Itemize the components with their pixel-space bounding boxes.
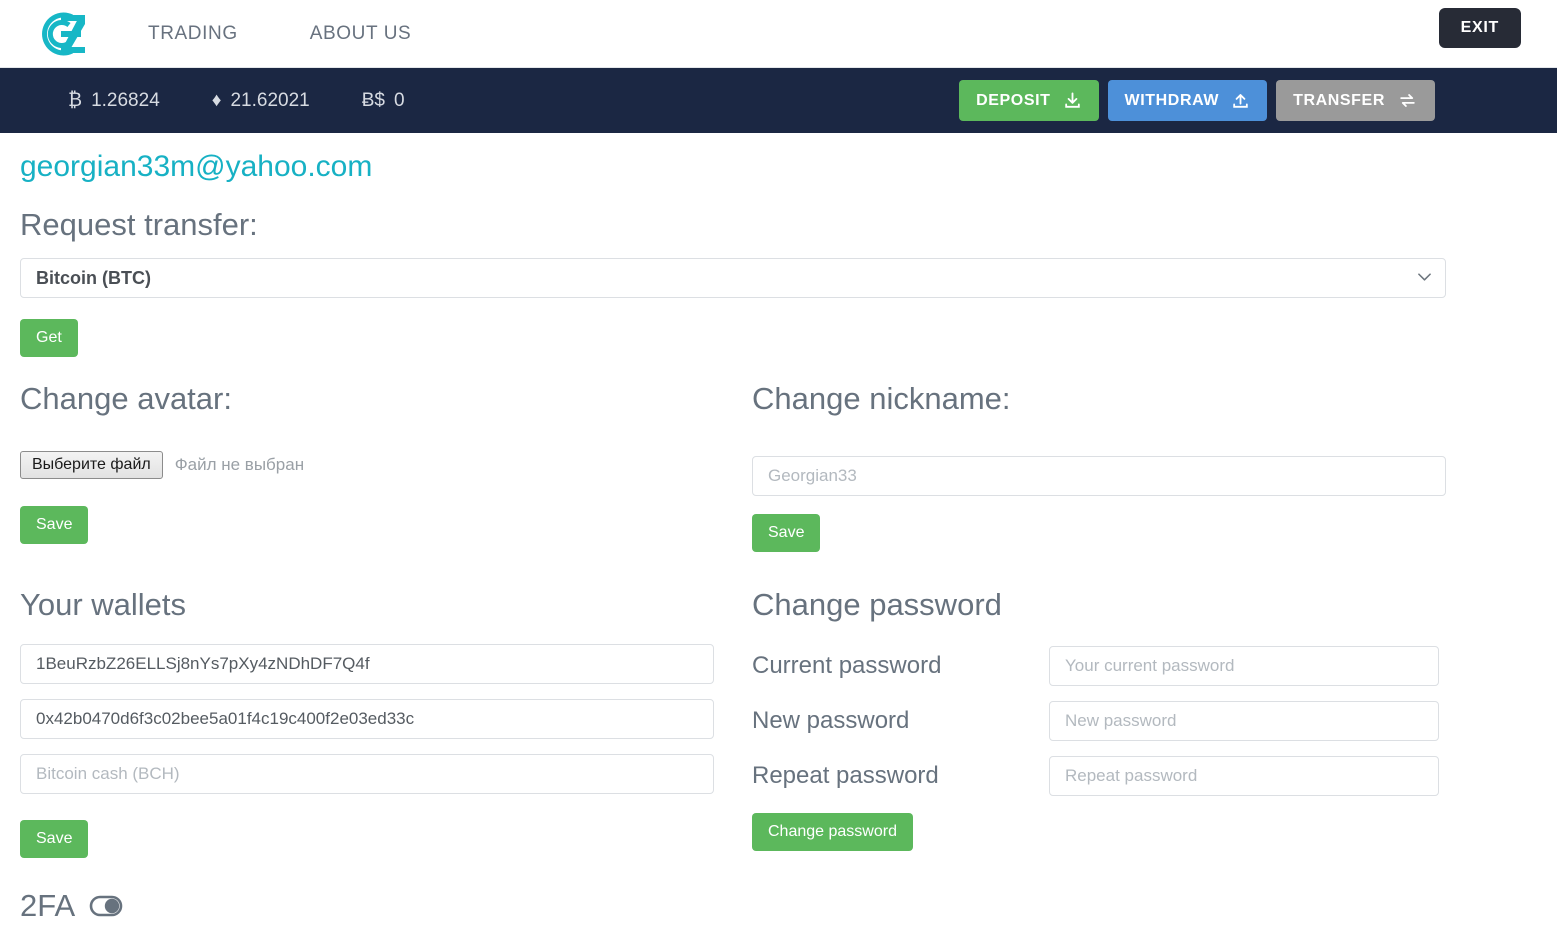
change-nickname-heading: Change nickname: bbox=[752, 381, 1011, 416]
two-factor-section: 2FA bbox=[20, 888, 123, 924]
transfer-button-label: TRANSFER bbox=[1293, 91, 1385, 109]
nav-links: TRADING ABOUT US bbox=[148, 23, 483, 45]
balance-eth: ♦ 21.62021 bbox=[212, 90, 310, 112]
new-password-row: New password bbox=[752, 701, 1446, 741]
change-password-submit-button[interactable]: Change password bbox=[752, 813, 913, 851]
nav-link-trading[interactable]: TRADING bbox=[148, 23, 238, 45]
transfer-button[interactable]: TRANSFER bbox=[1276, 80, 1435, 121]
choose-file-button[interactable]: Выберите файл bbox=[20, 451, 163, 479]
request-transfer-heading: Request transfer: bbox=[20, 207, 258, 242]
nickname-input[interactable] bbox=[752, 456, 1446, 496]
bitcoin-cash-icon: Ƀ$ bbox=[361, 89, 385, 111]
change-nickname-section: Change nickname: Save bbox=[752, 383, 1446, 552]
account-email: georgian33m@yahoo.com bbox=[20, 150, 373, 183]
change-avatar-section: Change avatar: Выберите файл Файл не выб… bbox=[20, 383, 714, 544]
balance-btc: ₿ 1.26824 bbox=[68, 90, 160, 112]
currency-select[interactable]: Bitcoin (BTC) bbox=[20, 258, 1446, 298]
current-password-input[interactable] bbox=[1049, 646, 1439, 686]
repeat-password-input[interactable] bbox=[1049, 756, 1439, 796]
request-transfer-section: Request transfer: Bitcoin (BTC) Get bbox=[20, 209, 1446, 357]
wallets-save-button[interactable]: Save bbox=[20, 820, 89, 858]
top-navigation-bar: TRADING ABOUT US EXIT bbox=[0, 0, 1557, 68]
current-password-label: Current password bbox=[752, 652, 942, 679]
two-factor-label: 2FA bbox=[20, 888, 76, 923]
change-password-section: Change password Current password New pas… bbox=[752, 589, 1446, 851]
change-password-form: Current password New password Repeat pas… bbox=[752, 646, 1446, 851]
withdraw-button-label: WITHDRAW bbox=[1124, 91, 1220, 109]
deposit-button-label: DEPOSIT bbox=[976, 91, 1051, 109]
bch-wallet-input[interactable] bbox=[20, 754, 714, 794]
wallets-heading: Your wallets bbox=[20, 587, 187, 622]
download-icon bbox=[1064, 92, 1080, 108]
balance-eth-amount: 21.62021 bbox=[230, 89, 310, 111]
balance-bch: Ƀ$ 0 bbox=[362, 90, 405, 112]
get-button[interactable]: Get bbox=[20, 319, 78, 357]
avatar-save-button[interactable]: Save bbox=[20, 506, 89, 544]
balance-list: ₿ 1.26824 ♦ 21.62021 Ƀ$ 0 bbox=[68, 90, 457, 112]
cex-logo-icon bbox=[42, 12, 85, 55]
cex-logo[interactable] bbox=[28, 8, 100, 60]
avatar-file-input[interactable]: Выберите файл Файл не выбран bbox=[20, 451, 714, 479]
exit-button[interactable]: EXIT bbox=[1438, 8, 1521, 48]
eth-wallet-input[interactable] bbox=[20, 699, 714, 739]
balance-btc-amount: 1.26824 bbox=[91, 89, 160, 111]
new-password-label: New password bbox=[752, 707, 910, 734]
exchange-icon bbox=[1400, 94, 1415, 107]
deposit-button[interactable]: DEPOSIT bbox=[959, 80, 1099, 121]
toggle-off-icon[interactable] bbox=[89, 895, 123, 917]
upload-icon bbox=[1233, 94, 1248, 108]
ethereum-icon: ♦ bbox=[211, 89, 222, 111]
nickname-save-button[interactable]: Save bbox=[752, 514, 821, 552]
file-status-text: Файл не выбран bbox=[174, 455, 305, 474]
new-password-input[interactable] bbox=[1049, 701, 1439, 741]
withdraw-button[interactable]: WITHDRAW bbox=[1107, 80, 1268, 121]
change-password-heading: Change password bbox=[752, 587, 1002, 622]
change-avatar-heading: Change avatar: bbox=[20, 381, 232, 416]
wallets-section: Your wallets Save bbox=[20, 589, 714, 858]
current-password-row: Current password bbox=[752, 646, 1446, 686]
balance-bch-amount: 0 bbox=[393, 89, 405, 111]
btc-wallet-input[interactable] bbox=[20, 644, 714, 684]
nav-link-about-us[interactable]: ABOUT US bbox=[310, 23, 412, 45]
balance-bar: ₿ 1.26824 ♦ 21.62021 Ƀ$ 0 DEPOSIT WITHDR… bbox=[0, 68, 1557, 133]
repeat-password-row: Repeat password bbox=[752, 756, 1446, 796]
currency-select-wrapper: Bitcoin (BTC) bbox=[20, 258, 1446, 298]
bitcoin-icon: ₿ bbox=[68, 89, 83, 111]
balance-actions: DEPOSIT WITHDRAW TRANSFER bbox=[959, 80, 1435, 121]
repeat-password-label: Repeat password bbox=[752, 762, 939, 789]
